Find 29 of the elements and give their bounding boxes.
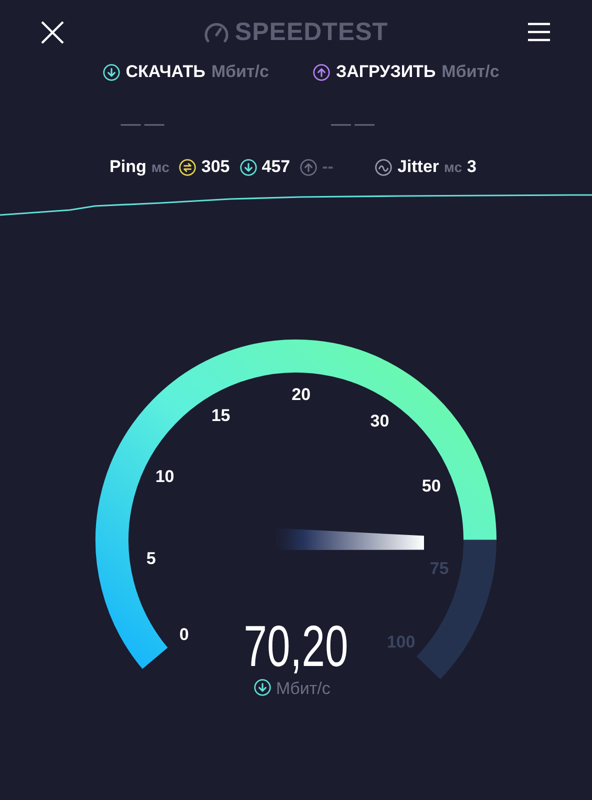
ping-value: 305 [201,157,230,177]
app-logo: SPEEDTEST [234,18,388,46]
scale-label: 30 [370,411,390,430]
menu-icon[interactable] [528,22,550,42]
scale-label: 15 [211,406,230,425]
unit-label: Мбит/с [276,679,330,698]
result-value: — — [120,114,165,134]
scale-label: 5 [146,548,156,568]
ping-label: Ping [110,157,146,177]
result-label: СКАЧАТЬ [126,62,206,82]
unit-label: Мбит/с [211,62,269,82]
scale-label: 50 [422,476,441,496]
scale-label: 20 [292,385,311,404]
jitter-label: Jitter [397,157,440,177]
result-label: ЗАГРУЗИТЬ [336,62,436,82]
scale-label: 10 [155,467,174,486]
swap-arrows-icon [179,158,196,176]
jitter-value: 3 [466,157,476,177]
unit-label: мс [444,159,462,175]
unit-label: Мбит/с [442,62,500,82]
close-icon[interactable] [41,20,64,44]
gauge-icon [204,20,229,44]
scale-label: 0 [179,624,189,644]
ping-value: 457 [262,157,290,177]
result-value: — — [330,114,375,134]
speed-reading: 70,20 [244,613,348,679]
ping-value: -- [322,157,334,177]
unit-label: мс [151,159,170,175]
wave-icon [375,158,392,176]
